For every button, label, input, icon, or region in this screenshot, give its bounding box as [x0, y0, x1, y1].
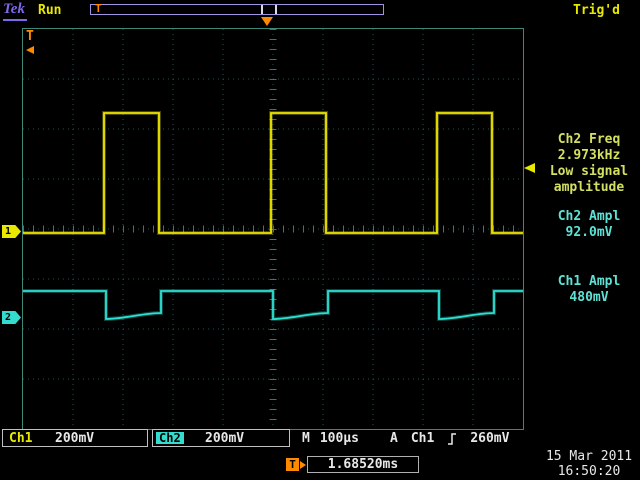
timebase-readout: M 100µs — [302, 431, 359, 446]
ch1-trace-glow — [23, 113, 523, 233]
trigger-offscreen-marker: T — [26, 29, 34, 44]
measurement-title: Ch2 Freq — [538, 132, 640, 148]
measurement-value: 92.0mV — [538, 225, 640, 241]
ch1-label: Ch1 — [9, 431, 32, 446]
time-value: 16:50:20 — [538, 464, 640, 479]
ch2-ground-marker: 2 — [2, 311, 21, 324]
ch2-trace — [23, 291, 523, 319]
timebase-value: 100µs — [320, 431, 359, 446]
trigger-level-arrow-icon — [524, 163, 535, 173]
measurement-readouts: Ch2 Freq 2.973kHz Low signal amplitude C… — [538, 132, 640, 306]
trigger-readout: A Ch1 260mV — [390, 431, 509, 446]
trigger-source-label: Ch1 — [411, 431, 434, 446]
window-bracket-left-icon — [261, 5, 263, 14]
acquisition-status: Run — [38, 3, 61, 18]
waveform-display — [23, 29, 523, 429]
trigger-offscreen-arrow-icon — [26, 46, 34, 54]
rising-edge-icon — [447, 432, 457, 446]
ch1-scale-value: 200mV — [55, 431, 94, 446]
trigger-mode-label: A — [390, 431, 398, 446]
record-bar: T — [90, 4, 384, 15]
measurement-value: 2.973kHz — [538, 148, 640, 164]
measurement-ch1-ampl: Ch1 Ampl 480mV — [538, 274, 640, 306]
measurement-value: 480mV — [538, 290, 640, 306]
measurement-title: Ch2 Ampl — [538, 209, 640, 225]
datetime-readout: 15 Mar 2011 16:50:20 — [538, 449, 640, 479]
ch2-label-badge: Ch2 — [156, 432, 184, 444]
tek-logo: Tek — [3, 1, 27, 21]
measurement-warning: Low signal — [538, 164, 640, 180]
horizontal-delay-marker: T — [286, 458, 299, 471]
measurement-title: Ch1 Ampl — [538, 274, 640, 290]
measurement-ch2-ampl: Ch2 Ampl 92.0mV — [538, 209, 640, 241]
measurement-ch2-freq: Ch2 Freq 2.973kHz Low signal amplitude — [538, 132, 640, 196]
ch2-scale-value: 200mV — [205, 431, 244, 446]
graticule: T — [22, 28, 524, 430]
trigger-position-arrow-icon — [261, 17, 273, 26]
measurement-warning: amplitude — [538, 180, 640, 196]
ch2-scale-readout: Ch2 200mV — [152, 429, 290, 447]
date-value: 15 Mar 2011 — [538, 449, 640, 464]
horizontal-delay-arrow-icon — [300, 461, 306, 469]
ch1-ground-marker: 1 — [2, 225, 21, 238]
horizontal-delay-readout: 1.68520ms — [307, 456, 419, 473]
record-trigger-marker: T — [95, 2, 102, 15]
trigger-status: Trig'd — [573, 3, 620, 18]
window-bracket-right-icon — [275, 5, 277, 14]
oscilloscope-screen: Tek Run T Trig'd — [0, 0, 640, 480]
trigger-level-value: 260mV — [470, 431, 509, 446]
timebase-label: M — [302, 431, 310, 446]
ch1-scale-readout: Ch1 200mV — [2, 429, 148, 447]
